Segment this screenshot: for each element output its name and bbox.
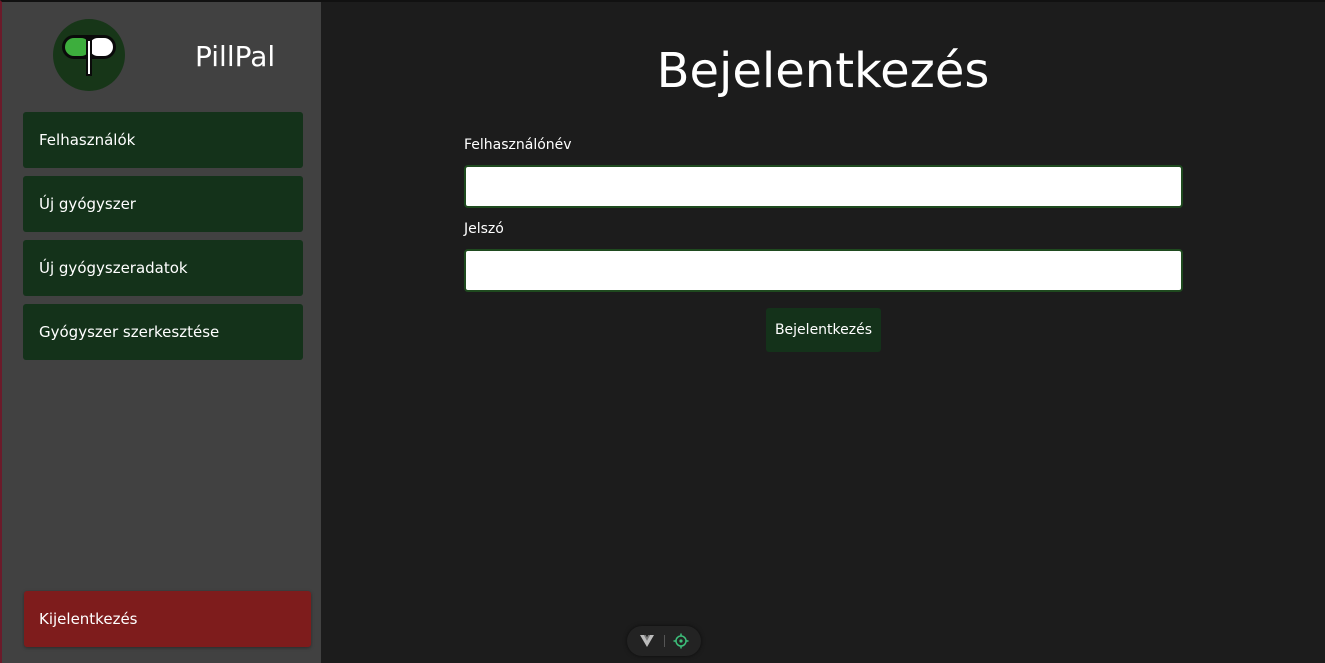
vue-logo-icon[interactable] <box>639 633 655 649</box>
page-title: Bejelentkezés <box>656 43 990 99</box>
sidebar: PillPal Felhasználók Új gyógyszer Új gyó… <box>0 0 321 663</box>
sidebar-item-edit-medicine[interactable]: Gyógyszer szerkesztése <box>23 304 303 360</box>
sidebar-item-new-medicine-data[interactable]: Új gyógyszeradatok <box>23 240 303 296</box>
app-brand-name: PillPal <box>195 40 276 73</box>
toolbar-divider <box>664 635 665 647</box>
vue-devtools-toolbar <box>627 626 701 656</box>
sidebar-item-new-medicine[interactable]: Új gyógyszer <box>23 176 303 232</box>
main-content: Bejelentkezés Felhasználónév Jelszó Beje… <box>321 0 1325 663</box>
username-label: Felhasználónév <box>464 137 572 153</box>
password-label: Jelszó <box>464 221 504 237</box>
logout-button[interactable]: Kijelentkezés <box>24 591 311 647</box>
pill-p-logo-icon <box>62 35 116 76</box>
sidebar-item-users[interactable]: Felhasználók <box>23 112 303 168</box>
password-input[interactable] <box>464 249 1183 292</box>
pillpal-logo[interactable] <box>53 19 125 91</box>
login-button[interactable]: Bejelentkezés <box>766 308 881 352</box>
target-icon[interactable] <box>673 633 689 649</box>
app-root: PillPal Felhasználók Új gyógyszer Új gyó… <box>0 0 1325 663</box>
username-input[interactable] <box>464 165 1183 208</box>
